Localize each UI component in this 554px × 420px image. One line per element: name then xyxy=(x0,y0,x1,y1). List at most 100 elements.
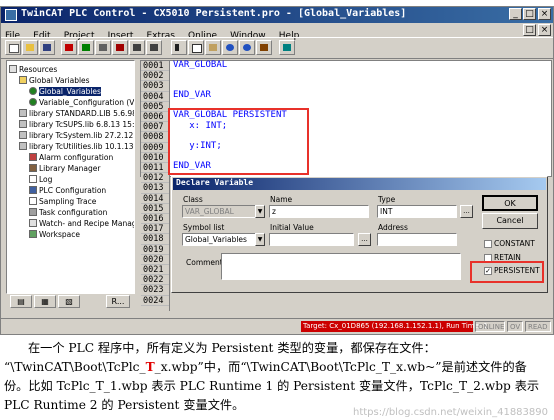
maximize-button[interactable]: □ xyxy=(523,8,536,20)
mdi-restore-button[interactable]: □ xyxy=(523,24,536,36)
tree-item-library-tcutilities[interactable]: library TcUtilities.lib 10.1.13.20 xyxy=(19,142,134,152)
dialog-title-bar: Declare Variable xyxy=(173,178,546,190)
tab-resources[interactable]: R... xyxy=(106,295,130,308)
tab-data-types[interactable]: ▦ xyxy=(34,295,56,308)
line-number: 0021 xyxy=(141,265,169,276)
line-number: 0017 xyxy=(141,224,169,235)
ok-button[interactable]: OK xyxy=(482,195,538,211)
line-number: 0013 xyxy=(141,183,169,194)
class-dropdown-icon[interactable]: ▼ xyxy=(255,205,265,218)
library-icon xyxy=(19,131,27,139)
line-number: 0022 xyxy=(141,275,169,286)
tree-item-task-configuration[interactable]: Task configuration xyxy=(29,208,107,218)
library-icon xyxy=(19,120,27,128)
plc-config-icon xyxy=(29,186,37,194)
mdi-close-button[interactable]: × xyxy=(538,24,551,36)
class-select[interactable]: VAR_GLOBAL xyxy=(182,205,257,218)
line-number: 0002 xyxy=(141,71,169,82)
tree-item-variable-configuration[interactable]: Variable_Configuration (VA xyxy=(29,98,134,108)
symbol-list-dropdown-icon[interactable]: ▼ xyxy=(255,233,265,246)
library-manager-icon xyxy=(29,164,37,172)
paragraph-line-3: 份。比如 TcPlc_T_1.wbp 表示 PLC Runtime 1 的 Pe… xyxy=(4,379,540,393)
tree-item-library-tcsystem[interactable]: library TcSystem.lib 27.2.12 15 xyxy=(19,131,134,141)
step-in-icon[interactable] xyxy=(146,40,162,55)
type-input[interactable]: INT xyxy=(377,205,457,218)
line-number: 0012 xyxy=(141,173,169,184)
tree-item-library-tcsups[interactable]: library TcSUPS.lib 6.8.13 15:4 xyxy=(19,120,134,130)
tree-item-watch-recipe-manager[interactable]: Watch- and Recipe Manager xyxy=(29,219,134,229)
new-file-icon[interactable] xyxy=(5,40,21,55)
symbol-list-select[interactable]: Global_Variables xyxy=(182,233,257,246)
line-number: 0003 xyxy=(141,81,169,92)
code-line: END_VAR xyxy=(173,90,211,100)
step-over-icon[interactable] xyxy=(129,40,145,55)
stop-icon[interactable] xyxy=(112,40,128,55)
initial-value-input[interactable] xyxy=(269,233,354,246)
symbol-list-label: Symbol list xyxy=(183,223,225,232)
line-number: 0019 xyxy=(141,245,169,255)
title-bar: TwinCAT PLC Control - CX5010 Persistent.… xyxy=(1,7,553,23)
tree-item-library-manager[interactable]: Library Manager xyxy=(29,164,100,174)
code-line: VAR_GLOBAL xyxy=(173,60,228,70)
address-label: Address xyxy=(378,223,408,232)
highlight-persistent-block xyxy=(168,108,309,175)
task-icon xyxy=(29,208,37,216)
comment-input[interactable] xyxy=(221,253,461,280)
menu-bar: File Edit Project Insert Extras Online W… xyxy=(1,23,553,41)
paragraph-line-2: “\TwinCAT\Boot\TcPlc_T_x.wbp”中，而“\TwinCA… xyxy=(4,360,527,374)
zoom-icon[interactable] xyxy=(279,40,295,55)
tree-item-log[interactable]: Log xyxy=(29,175,52,185)
line-number: 0005 xyxy=(141,102,169,112)
line-number: 0023 xyxy=(141,285,169,296)
tree-item-plc-configuration[interactable]: PLC Configuration xyxy=(29,186,106,196)
input-assistant-icon[interactable] xyxy=(256,40,272,55)
line-number: 0007 xyxy=(141,122,169,133)
constant-checkbox[interactable] xyxy=(484,240,492,248)
name-input[interactable]: z xyxy=(269,205,369,218)
run-icon[interactable] xyxy=(95,40,111,55)
login-icon[interactable] xyxy=(61,40,77,55)
find-icon[interactable] xyxy=(222,40,238,55)
line-number: 0001 xyxy=(141,61,169,72)
tree-item-sampling-trace[interactable]: Sampling Trace xyxy=(29,197,96,207)
cancel-button[interactable]: Cancel xyxy=(482,213,538,229)
dialog-title: Declare Variable xyxy=(176,178,254,187)
window-title: TwinCAT PLC Control - CX5010 Persistent.… xyxy=(21,8,407,19)
tree-item-resources[interactable]: Resources xyxy=(9,65,57,75)
line-number: 0015 xyxy=(141,204,169,214)
class-label: Class xyxy=(183,195,203,204)
name-label: Name xyxy=(270,195,293,204)
folder-icon xyxy=(9,65,17,73)
copy-icon[interactable] xyxy=(188,40,204,55)
tab-visualizations[interactable]: ▧ xyxy=(58,295,80,308)
tree-item-global-variables-file[interactable]: Global_Variables xyxy=(29,87,101,97)
minimize-button[interactable]: _ xyxy=(509,8,522,20)
paste-icon[interactable] xyxy=(205,40,221,55)
description-paragraph: 在一个 PLC 程序中，所有定义为 Persistent 类型的变量，都保存在文… xyxy=(4,339,552,415)
watermark: https://blog.csdn.net/weixin_41883890 xyxy=(352,407,548,418)
tree-item-global-variables[interactable]: Global Variables xyxy=(19,76,90,86)
line-number: 0006 xyxy=(141,112,169,123)
line-number: 0009 xyxy=(141,143,169,153)
ov-indicator: OV xyxy=(507,321,523,332)
initial-value-browse-button[interactable]: ... xyxy=(358,233,371,246)
variables-icon xyxy=(29,87,37,95)
find-next-icon[interactable] xyxy=(239,40,255,55)
tree-item-library-standard[interactable]: library STANDARD.LIB 5.6.98 xyxy=(19,109,134,119)
line-number-gutter: 0001 0002 0003 0004 0005 0006 0007 0008 0009 0010… xyxy=(141,61,170,311)
open-folder-icon[interactable] xyxy=(22,40,38,55)
watch-icon xyxy=(29,219,37,227)
status-bar: Target: Cx_01D865 (192.168.1.152.1.1), R… xyxy=(1,318,553,333)
address-input[interactable] xyxy=(377,233,457,246)
logout-icon[interactable] xyxy=(78,40,94,55)
save-icon[interactable] xyxy=(39,40,55,55)
cut-icon[interactable] xyxy=(171,40,187,55)
close-button[interactable]: × xyxy=(538,8,551,20)
line-number: 0011 xyxy=(141,163,169,174)
tree-item-alarm-configuration[interactable]: Alarm configuration xyxy=(29,153,113,163)
library-icon xyxy=(19,142,27,150)
tree-item-workspace[interactable]: Workspace xyxy=(29,230,80,240)
line-number: 0014 xyxy=(141,194,169,204)
tab-pous[interactable]: ▤ xyxy=(10,295,32,308)
type-browse-button[interactable]: ... xyxy=(460,205,473,218)
